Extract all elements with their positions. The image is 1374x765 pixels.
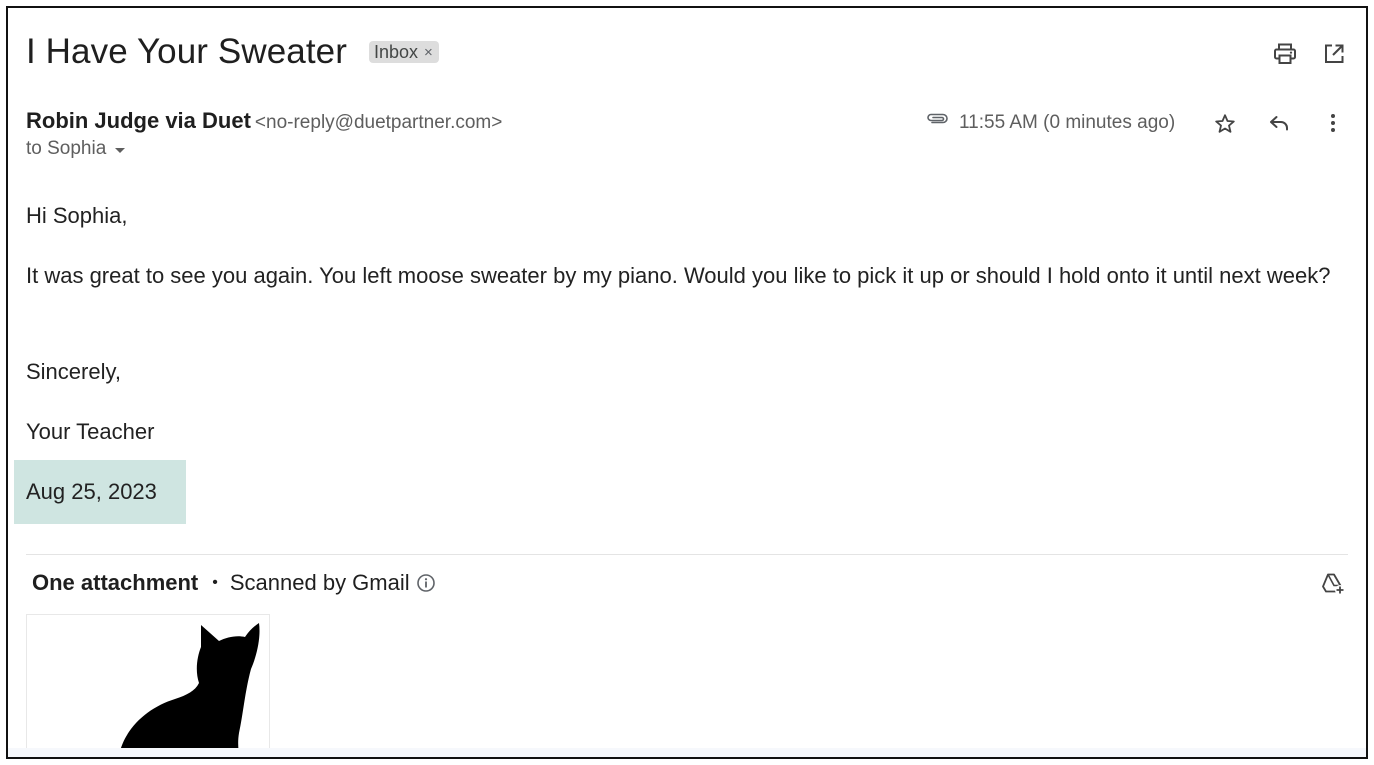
separator-dot: • — [212, 574, 218, 591]
sender-line: Robin Judge via Duet <no-reply@duetpartne… — [26, 108, 502, 134]
sender-email: <no-reply@duetpartner.com> — [254, 112, 503, 133]
attachment-count: One attachment — [32, 570, 199, 595]
add-to-drive-icon[interactable] — [1319, 570, 1347, 598]
email-greeting: Hi Sophia, — [26, 203, 128, 228]
received-time: 11:55 AM (0 minutes ago) — [959, 112, 1176, 133]
sender-name[interactable]: Robin Judge via Duet — [26, 108, 251, 133]
email-subject: I Have Your Sweater — [26, 32, 347, 71]
inbox-label-chip[interactable]: Inbox × — [369, 41, 439, 63]
label-text: Inbox — [374, 41, 419, 62]
email-paragraph: It was great to see you again. You left … — [26, 263, 1331, 288]
chevron-down-icon — [115, 147, 126, 153]
info-icon[interactable] — [416, 573, 436, 593]
recipient-toggle[interactable]: to Sophia — [26, 138, 126, 160]
highlighted-date: Aug 25, 2023 — [14, 460, 186, 524]
reply-icon[interactable] — [1265, 109, 1293, 137]
attachment-header: One attachment • Scanned by Gmail — [32, 570, 436, 596]
star-icon[interactable] — [1211, 110, 1239, 138]
remove-label-icon[interactable]: × — [424, 44, 433, 61]
recipient-text: to Sophia — [26, 138, 107, 159]
email-view: I Have Your Sweater Inbox × Robin Judge … — [6, 6, 1368, 759]
attachment-divider — [26, 554, 1348, 555]
bottom-scroll-area — [8, 748, 1366, 757]
cat-silhouette-image — [116, 623, 260, 757]
more-vertical-icon[interactable] — [1319, 109, 1347, 137]
print-icon[interactable] — [1271, 40, 1299, 68]
scanned-by-gmail: Scanned by Gmail — [229, 570, 410, 595]
open-in-new-window-icon[interactable] — [1320, 40, 1348, 68]
email-closing: Sincerely, — [26, 359, 121, 384]
attachment-thumbnail[interactable] — [26, 614, 270, 757]
email-signature: Your Teacher — [26, 419, 155, 444]
paperclip-icon — [922, 106, 952, 132]
